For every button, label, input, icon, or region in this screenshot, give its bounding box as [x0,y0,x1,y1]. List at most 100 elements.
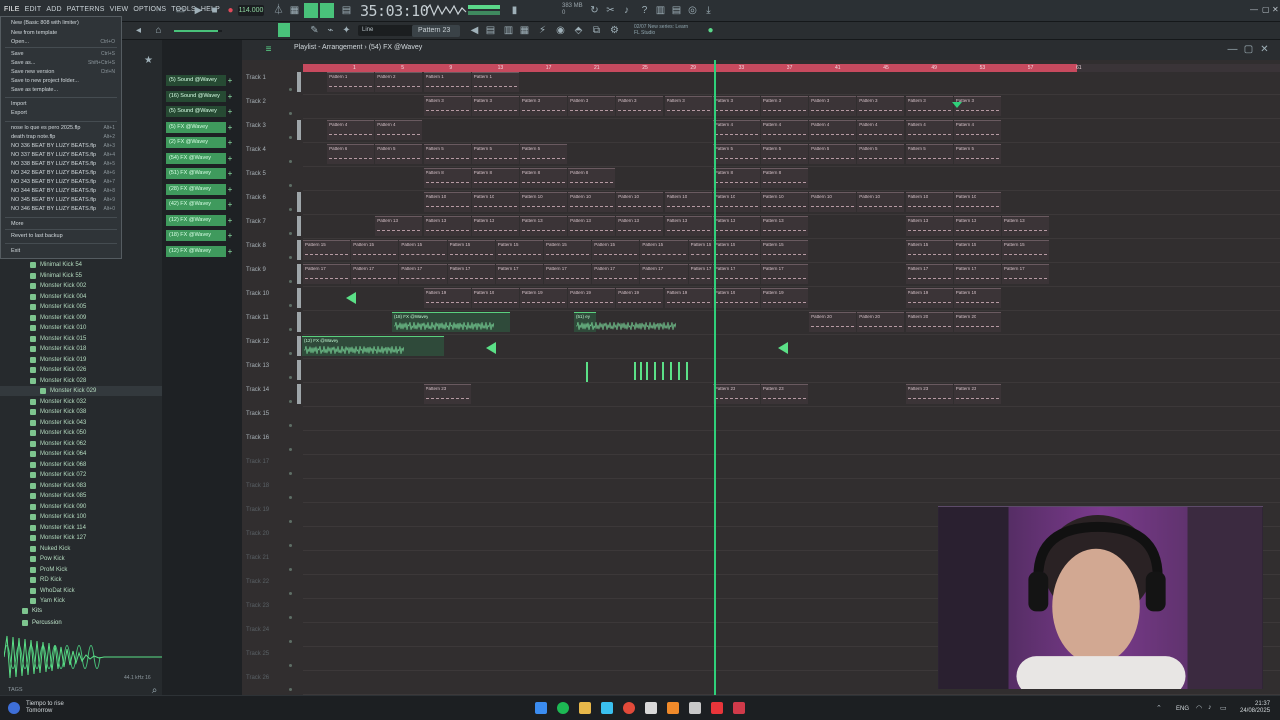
track-header-label[interactable]: Track 23 [246,603,269,609]
pattern-clip[interactable]: Pattern 23 [905,384,953,404]
pattern-clip[interactable]: Pattern 23 [760,384,809,404]
pattern-clip[interactable]: Pattern 13 [760,216,809,236]
stop-icon[interactable]: ■ [208,4,221,17]
pattern-clip[interactable]: Pattern 15 [544,240,592,260]
battery-icon[interactable]: ▭ [1220,704,1227,712]
track-header-label[interactable]: Track 9 [246,267,266,273]
close-icon[interactable]: ✕ [1272,5,1279,14]
browser-sample-item[interactable]: Monster Kick 015 [30,334,86,344]
record-arm-icon[interactable]: ◉ [554,24,567,37]
pattern-clip[interactable]: Pattern 10 [519,192,568,212]
pattern-clip[interactable]: Pattern 8 [423,168,471,188]
pattern-clip[interactable]: Pattern 15 [688,240,712,260]
tags-label[interactable]: TAGS [8,687,23,693]
browser-sample-item[interactable]: Monster Kick 005 [30,302,86,312]
hint-icon[interactable]: ◔ [152,4,165,17]
channel-row[interactable]: (5) Sound @Wavey + [166,75,234,86]
channel-button[interactable]: (5) Sound @Wavey [166,75,226,86]
track-header-label[interactable]: Track 26 [246,675,269,681]
file-menu-item[interactable]: New (Basic 808 with limiter) [11,20,79,26]
pattern-clip[interactable]: Pattern 4 [375,120,423,140]
refresh-icon[interactable]: ↻ [588,4,601,17]
pattern-clip[interactable]: Pattern 19 [568,288,616,308]
pattern-clip[interactable]: Pattern 6 [327,144,375,164]
track-header-label[interactable]: Track 20 [246,531,269,537]
browser-sample-item[interactable]: Monster Kick 043 [30,418,86,428]
song-mode-toggle[interactable] [320,3,334,18]
mixer-view-icon[interactable]: ▥ [502,24,515,37]
chat-icon[interactable]: ◎ [686,4,699,17]
pattern-clip[interactable]: Pattern 8 [519,168,568,188]
channel-row[interactable]: (16) Sound @Wavey + [166,90,234,102]
playlist-maximize-icon[interactable]: ▢ [1242,43,1255,56]
channel-add-icon[interactable]: + [226,231,234,240]
pattern-clip[interactable]: Pattern 5 [953,144,1001,164]
menu-view[interactable]: VIEW [110,6,129,13]
pattern-clip[interactable]: Pattern 17 [905,264,953,284]
pin-icon[interactable]: ⬘ [572,24,585,37]
pattern-clip[interactable]: Pattern 5 [519,144,568,164]
pattern-clip[interactable]: Pattern 3 [905,96,953,116]
spotify-icon[interactable] [557,702,569,714]
pattern-clip[interactable]: Pattern 3 [857,96,905,116]
stamp-icon[interactable]: ✦ [340,24,353,37]
channel-add-icon[interactable]: + [226,123,234,132]
settings-icon[interactable]: ⚙ [608,24,621,37]
pattern-clip[interactable]: Pattern 3 [953,96,1001,116]
file-menu-item[interactable]: NO 344 BEAT BY LUZY BEATS.flp [11,188,96,194]
channel-add-icon[interactable]: + [226,138,234,147]
chrome-icon[interactable] [623,702,635,714]
track-mute-led[interactable] [289,616,292,619]
pattern-clip[interactable]: Pattern 5 [423,144,471,164]
track-header-label[interactable]: Track 21 [246,555,269,561]
browser-sample-item[interactable]: Monster Kick 026 [30,365,86,375]
file-explorer-icon[interactable] [579,702,591,714]
pattern-clip[interactable]: Pattern 2 [375,72,423,92]
link-icon[interactable]: ⧉ [590,24,603,37]
channel-add-icon[interactable]: + [226,107,234,116]
channel-row[interactable]: (42) FX @Wavey + [166,199,234,210]
file-menu-item[interactable]: NO 343 BEAT BY LUZY BEATS.flp [11,179,96,185]
menu-patterns[interactable]: PATTERNS [67,6,105,13]
pattern-clip[interactable]: Pattern 8 [568,168,616,188]
channel-button[interactable]: (2) FX @Wavey [166,137,226,148]
pattern-clip[interactable]: Pattern 13 [712,216,760,236]
pattern-clip[interactable]: Pattern 1 [327,72,375,92]
slide-marker[interactable] [346,292,356,304]
track-mute-led[interactable] [289,568,292,571]
metronome-icon[interactable]: ⏃ [272,4,285,17]
volume-icon[interactable]: ♪ [1208,704,1212,711]
track-mute-led[interactable] [289,136,292,139]
track-mute-led[interactable] [289,304,292,307]
app-icon-gray[interactable] [645,702,657,714]
pattern-clip[interactable]: Pattern 10 [616,192,664,212]
pattern-clip[interactable]: Pattern 19 [616,288,664,308]
playlist-menu-icon[interactable]: ≡ [262,43,275,56]
pattern-clip[interactable]: Pattern 23 [423,384,471,404]
track-mute-led[interactable] [289,160,292,163]
audio-clip[interactable]: (51) ey [574,312,676,332]
file-menu-item[interactable]: Open... [11,39,29,45]
file-menu-item[interactable]: Exit [11,248,20,254]
pattern-clip[interactable]: Pattern 13 [905,216,953,236]
track-header-label[interactable]: Track 4 [246,147,266,153]
pattern-clip[interactable]: Pattern 13 [568,216,616,236]
piano-roll-icon[interactable]: ▤ [670,4,683,17]
track-mute-led[interactable] [289,448,292,451]
browser-sample-item[interactable]: Monster Kick 032 [30,397,86,407]
channel-button[interactable]: (18) FX @Wavey [166,230,226,241]
browser-sample-item[interactable]: Monster Kick 029 [40,386,96,396]
pattern-clip[interactable]: Pattern 17 [495,264,543,284]
paint-icon[interactable]: ✎ [308,24,321,37]
favorite-icon[interactable]: ★ [142,54,155,67]
browser-sample-item[interactable]: Pow Kick [30,554,65,564]
tempo-display[interactable]: 114.000 [238,5,264,16]
pattern-clip[interactable]: Pattern 17 [640,264,688,284]
pattern-clip[interactable]: Pattern 15 [905,240,953,260]
channel-add-icon[interactable]: + [226,216,234,225]
channel-button[interactable]: (12) FX @Wavey [166,245,226,257]
channel-button[interactable]: (16) Sound @Wavey [166,90,226,102]
track-header-label[interactable]: Track 19 [246,507,269,513]
file-menu-item[interactable]: Save [11,51,24,57]
pattern-clip[interactable]: Pattern 4 [953,120,1001,140]
